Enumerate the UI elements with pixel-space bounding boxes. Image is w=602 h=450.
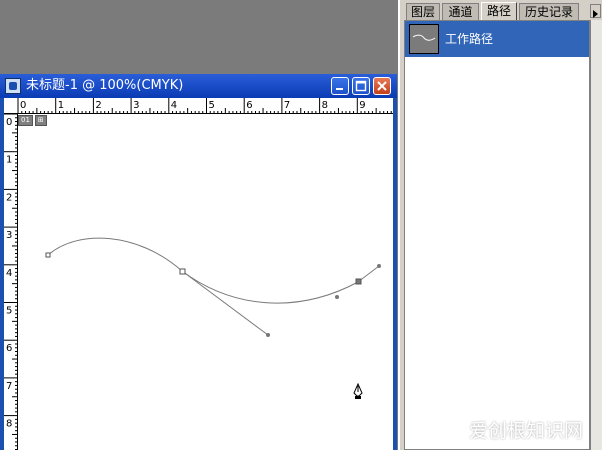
panel-tabs: 图层 通道 路径 历史记录 (404, 2, 601, 20)
panel-scrollbar[interactable] (590, 20, 602, 450)
document-title: 未标题-1 @ 100%(CMYK) (26, 78, 184, 93)
tab-history[interactable]: 历史记录 (519, 3, 579, 20)
horizontal-ruler[interactable]: 0 1 2 3 4 5 6 7 8 9 (4, 98, 393, 114)
anchor-point-selected[interactable] (179, 268, 186, 275)
minimize-button[interactable] (331, 77, 349, 95)
paths-list: 工作路径 (404, 20, 590, 450)
vertical-ruler[interactable]: 0 1 2 3 4 5 6 7 8 (4, 114, 18, 450)
triangle-right-icon (593, 10, 598, 18)
tab-paths[interactable]: 路径 (481, 2, 517, 20)
anchor-point[interactable] (45, 252, 51, 258)
tab-channels[interactable]: 通道 (442, 3, 479, 20)
canvas-toolbar: 01 ⊞ (18, 115, 47, 126)
direction-point[interactable] (266, 333, 270, 337)
direction-point[interactable] (377, 264, 381, 268)
ruler-label: 0 (20, 100, 26, 111)
anchor-point[interactable] (355, 278, 362, 285)
ruler-label: 7 (284, 100, 290, 111)
ruler-label: 4 (171, 100, 177, 111)
ruler-label: 1 (58, 100, 64, 111)
ruler-label: 2 (95, 100, 101, 111)
watermark: 爱创根知识网 (469, 420, 584, 442)
maximize-icon (355, 80, 367, 92)
document-titlebar[interactable]: 未标题-1 @ 100%(CMYK) (0, 74, 397, 98)
tab-layers[interactable]: 图层 (406, 3, 440, 20)
vertical-ruler-ticks: 0 1 2 3 4 5 6 7 8 (4, 114, 18, 450)
ruler-label: 2 (6, 192, 12, 203)
horizontal-ruler-ticks: 0 1 2 3 4 5 6 7 8 9 (17, 98, 392, 114)
ruler-label: 6 (6, 343, 12, 354)
ruler-label: 8 (322, 100, 328, 111)
ruler-label: 9 (359, 100, 365, 111)
ruler-label: 0 (6, 117, 12, 128)
path-row-work-path[interactable]: 工作路径 (405, 21, 589, 57)
ruler-label: 8 (6, 419, 12, 430)
document-canvas[interactable] (18, 114, 393, 450)
close-icon (377, 81, 387, 91)
direction-point[interactable] (335, 295, 339, 299)
path-thumbnail-curve-icon (412, 34, 436, 41)
work-path-drawing (45, 237, 381, 399)
ruler-label: 7 (6, 381, 12, 392)
ruler-label: 5 (6, 306, 12, 317)
ruler-label: 6 (246, 100, 252, 111)
direction-handle-line (181, 270, 269, 336)
close-button[interactable] (373, 77, 391, 95)
ruler-label: 3 (6, 230, 12, 241)
document-window: 未标题-1 @ 100%(CMYK) 0123456789 012345678 (0, 74, 397, 450)
ruler-label: 1 (6, 155, 12, 166)
photoshop-document-icon (5, 78, 21, 94)
mask-indicator-icon[interactable]: ⊞ (34, 115, 47, 126)
channel-indicator[interactable]: 01 (18, 115, 33, 126)
maximize-button[interactable] (352, 77, 370, 95)
panel-menu-button[interactable] (590, 4, 601, 18)
path-thumbnail (409, 24, 439, 54)
ruler-label: 4 (6, 268, 12, 279)
paths-panel: 图层 通道 路径 历史记录 工作路径 (398, 0, 602, 450)
pen-tool-cursor-icon (353, 382, 363, 399)
path-name: 工作路径 (445, 32, 494, 46)
minimize-icon (336, 88, 343, 90)
ruler-label: 3 (133, 100, 139, 111)
ruler-label: 5 (209, 100, 215, 111)
